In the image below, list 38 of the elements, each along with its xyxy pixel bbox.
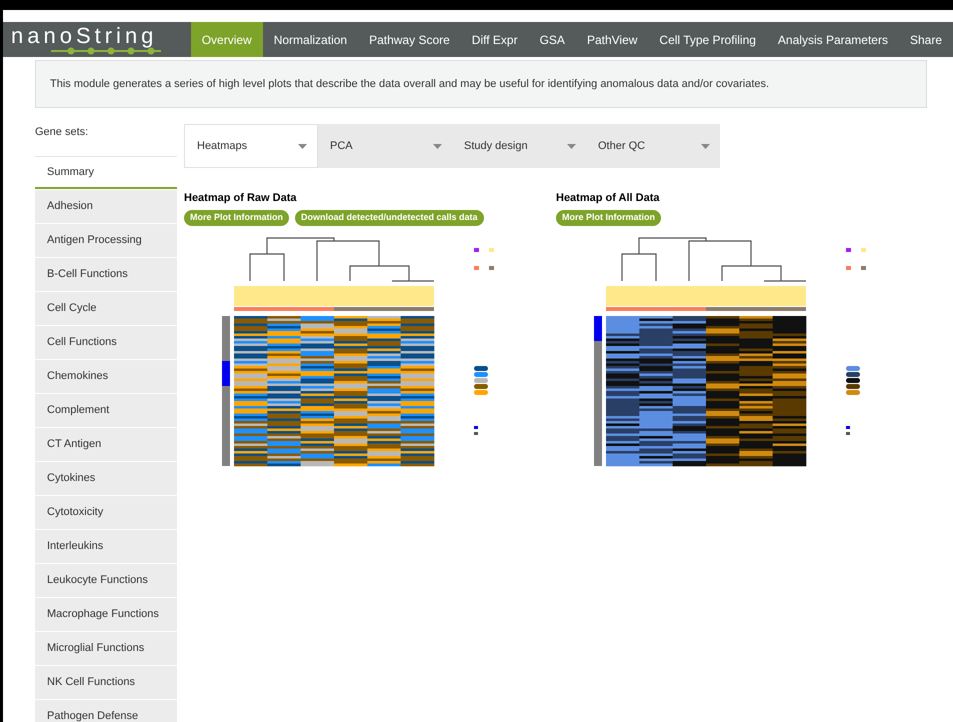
- nav-tab[interactable]: Pathway Score: [358, 22, 461, 57]
- plot-title: Heatmap of All Data: [556, 191, 661, 206]
- gene-set-item[interactable]: Cell Functions: [35, 326, 177, 359]
- nav-tab[interactable]: PathView: [576, 22, 648, 57]
- logo: nanoString: [11, 24, 158, 46]
- nav-tab[interactable]: Normalization: [262, 22, 358, 57]
- plot-tab[interactable]: Heatmaps: [184, 124, 318, 168]
- gene-set-item[interactable]: Summary: [35, 156, 177, 189]
- plot-tab[interactable]: Other QC: [586, 124, 720, 168]
- gene-set-item[interactable]: B-Cell Functions: [35, 258, 177, 291]
- gene-set-item[interactable]: Adhesion: [35, 190, 177, 223]
- gene-set-item[interactable]: Leukocyte Functions: [35, 564, 177, 597]
- plot-tab[interactable]: Study design: [452, 124, 586, 168]
- gene-set-item[interactable]: Microglial Functions: [35, 632, 177, 665]
- nav-tab[interactable]: Cell Type Profiling: [648, 22, 767, 57]
- nav-tab[interactable]: Diff Expr: [460, 22, 529, 57]
- caret-down-icon: [701, 144, 710, 148]
- gene-set-item[interactable]: NK Cell Functions: [35, 666, 177, 699]
- caret-down-icon: [567, 144, 576, 148]
- gene-set-item[interactable]: CT Antigen: [35, 428, 177, 461]
- plot-tab[interactable]: PCA: [318, 124, 452, 168]
- caret-down-icon: [298, 144, 307, 148]
- nav-tab[interactable]: Share: [898, 22, 953, 57]
- info-banner: This module generates a series of high level plots that describe the data overall and may be useful for identifying anomalous data and/or covariates.: [35, 60, 927, 108]
- gene-set-item[interactable]: Cytotoxicity: [35, 496, 177, 529]
- gene-set-item[interactable]: Pathogen Defense: [35, 700, 177, 722]
- plot-title: Heatmap of Raw Data: [184, 191, 298, 206]
- nav-tab[interactable]: Analysis Parameters: [766, 22, 899, 57]
- gene-sets-label: Gene sets:: [35, 125, 90, 140]
- gene-set-item[interactable]: Complement: [35, 394, 177, 427]
- gene-set-item[interactable]: Cell Cycle: [35, 292, 177, 325]
- gene-set-item[interactable]: Antigen Processing: [35, 224, 177, 257]
- gene-set-item[interactable]: Macrophage Functions: [35, 598, 177, 631]
- gene-set-item[interactable]: Cytokines: [35, 462, 177, 495]
- nav-tab[interactable]: GSA: [528, 22, 576, 57]
- caret-down-icon: [433, 144, 442, 148]
- gene-set-item[interactable]: Interleukins: [35, 530, 177, 563]
- gene-set-item[interactable]: Chemokines: [35, 360, 177, 393]
